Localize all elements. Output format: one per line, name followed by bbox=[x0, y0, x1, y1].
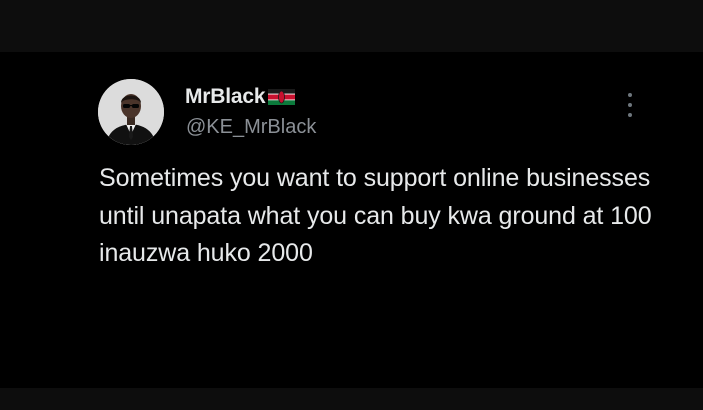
more-dot bbox=[628, 93, 632, 97]
top-screen-band bbox=[0, 0, 703, 52]
user-handle[interactable]: @KE_MrBlack bbox=[186, 116, 316, 139]
kenya-flag-icon bbox=[268, 89, 296, 105]
profile-photo-icon bbox=[98, 79, 164, 145]
display-name-row[interactable]: MrBlack bbox=[185, 84, 296, 110]
display-name[interactable]: MrBlack bbox=[185, 85, 266, 109]
more-dot bbox=[628, 113, 632, 117]
avatar[interactable] bbox=[98, 79, 164, 145]
more-options-icon[interactable] bbox=[622, 93, 638, 117]
more-dot bbox=[628, 103, 632, 107]
tweet-text: Sometimes you want to support online bus… bbox=[99, 164, 652, 267]
bottom-screen-band bbox=[0, 388, 703, 410]
